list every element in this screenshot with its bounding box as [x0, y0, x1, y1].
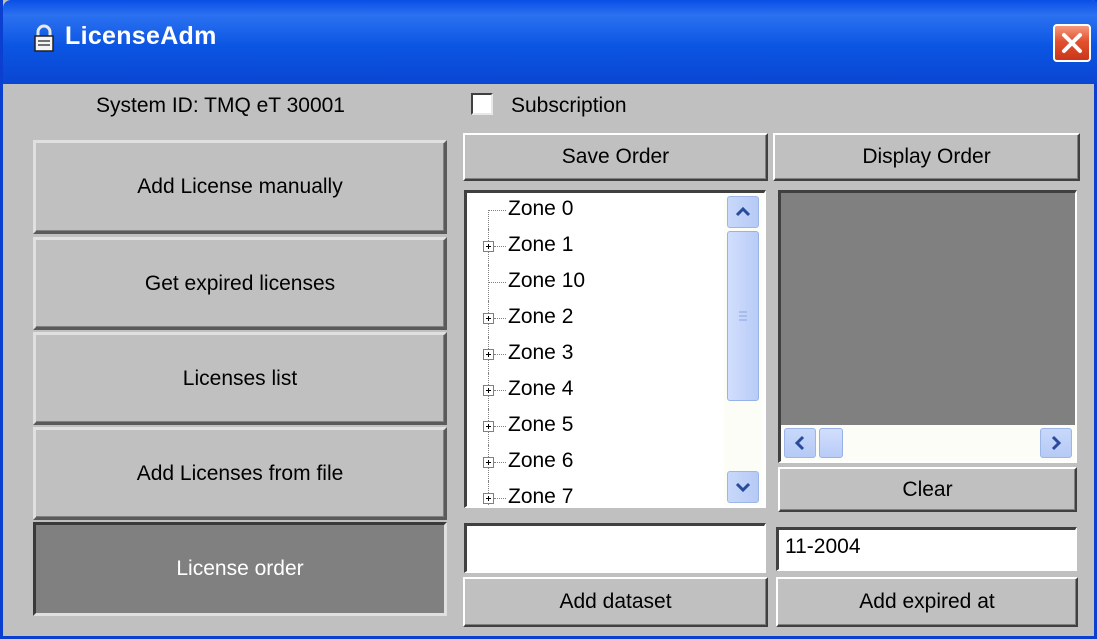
tree-item-zone-5[interactable]: Zone 5: [467, 409, 727, 445]
subscription-label: Subscription: [511, 94, 627, 117]
tree-item-label: Zone 7: [508, 485, 574, 508]
tree-connector: [488, 282, 506, 283]
tree-item-zone-1[interactable]: Zone 1: [467, 229, 727, 265]
title-bar[interactable]: LicenseAdm: [3, 0, 1097, 84]
tree-connector: [494, 246, 506, 247]
get-expired-licenses-button[interactable]: Get expired licenses: [33, 237, 447, 330]
expand-plus-icon[interactable]: [483, 349, 494, 360]
tree-item-label: Zone 3: [508, 341, 574, 364]
tree-connector: [494, 462, 506, 463]
zone-tree-view[interactable]: Zone 0 Zone 1 Zone 10 Zone 2 Zone 3 Zone…: [464, 190, 766, 508]
scroll-thumb[interactable]: [727, 231, 759, 401]
save-order-button[interactable]: Save Order: [463, 133, 768, 181]
tree-item-label: Zone 5: [508, 413, 574, 436]
add-expired-at-button[interactable]: Add expired at: [776, 577, 1078, 627]
tree-item-zone-3[interactable]: Zone 3: [467, 337, 727, 373]
tree-item-zone-7[interactable]: Zone 7: [467, 481, 727, 508]
horizontal-scroll-thumb[interactable]: [819, 428, 843, 458]
window-title: LicenseAdm: [65, 22, 217, 50]
tree-item-zone-10[interactable]: Zone 10: [467, 265, 727, 301]
tree-connector: [494, 354, 506, 355]
tree-line: [488, 210, 489, 229]
dataset-input[interactable]: [464, 523, 766, 573]
tree-item-label: Zone 2: [508, 305, 574, 328]
license-order-button[interactable]: License order: [33, 522, 447, 616]
licenses-list-button[interactable]: Licenses list: [33, 332, 447, 425]
scroll-up-button[interactable]: [727, 196, 759, 228]
chevron-left-icon: [794, 435, 805, 451]
tree-connector: [494, 498, 506, 499]
tree-connector: [488, 210, 506, 211]
tree-connector: [494, 390, 506, 391]
expand-plus-icon[interactable]: [483, 457, 494, 468]
tree-line: [488, 265, 489, 301]
display-order-button[interactable]: Display Order: [773, 133, 1080, 181]
tree-item-label: Zone 0: [508, 197, 574, 220]
panel-horizontal-scrollbar[interactable]: [781, 425, 1075, 461]
grip-icon: [739, 311, 747, 321]
expand-plus-icon[interactable]: [483, 385, 494, 396]
add-license-manually-button[interactable]: Add License manually: [33, 140, 447, 234]
expand-plus-icon[interactable]: [483, 493, 494, 504]
chevron-right-icon: [1051, 435, 1062, 451]
clear-button[interactable]: Clear: [778, 467, 1077, 512]
tree-vertical-scrollbar[interactable]: [724, 193, 762, 506]
scroll-left-button[interactable]: [784, 428, 816, 458]
expand-plus-icon[interactable]: [483, 421, 494, 432]
close-button[interactable]: [1053, 24, 1091, 62]
order-display-panel[interactable]: [778, 190, 1077, 463]
expand-plus-icon[interactable]: [483, 313, 494, 324]
chevron-up-icon: [735, 206, 751, 217]
expired-at-input[interactable]: 11-2004: [776, 527, 1077, 571]
tree-connector: [494, 426, 506, 427]
tree-item-label: Zone 1: [508, 233, 574, 256]
tree-item-label: Zone 10: [508, 269, 586, 292]
tree-item-zone-4[interactable]: Zone 4: [467, 373, 727, 409]
scroll-right-button[interactable]: [1040, 428, 1072, 458]
scroll-down-button[interactable]: [727, 471, 759, 503]
expand-plus-icon[interactable]: [483, 241, 494, 252]
tree-item-label: Zone 6: [508, 449, 574, 472]
add-dataset-button[interactable]: Add dataset: [463, 577, 768, 627]
tree-connector: [494, 318, 506, 319]
tree-item-zone-0[interactable]: Zone 0: [467, 193, 727, 229]
chevron-down-icon: [735, 482, 751, 493]
license-adm-window: LicenseAdm System ID: TMQ eT 30001 Subsc…: [0, 0, 1097, 639]
lock-icon: [33, 24, 55, 54]
system-id-label: System ID: TMQ eT 30001: [96, 94, 345, 117]
subscription-checkbox[interactable]: [471, 93, 493, 115]
tree-item-zone-6[interactable]: Zone 6: [467, 445, 727, 481]
add-licenses-from-file-button[interactable]: Add Licenses from file: [33, 427, 447, 520]
tree-item-label: Zone 4: [508, 377, 574, 400]
tree-item-zone-2[interactable]: Zone 2: [467, 301, 727, 337]
